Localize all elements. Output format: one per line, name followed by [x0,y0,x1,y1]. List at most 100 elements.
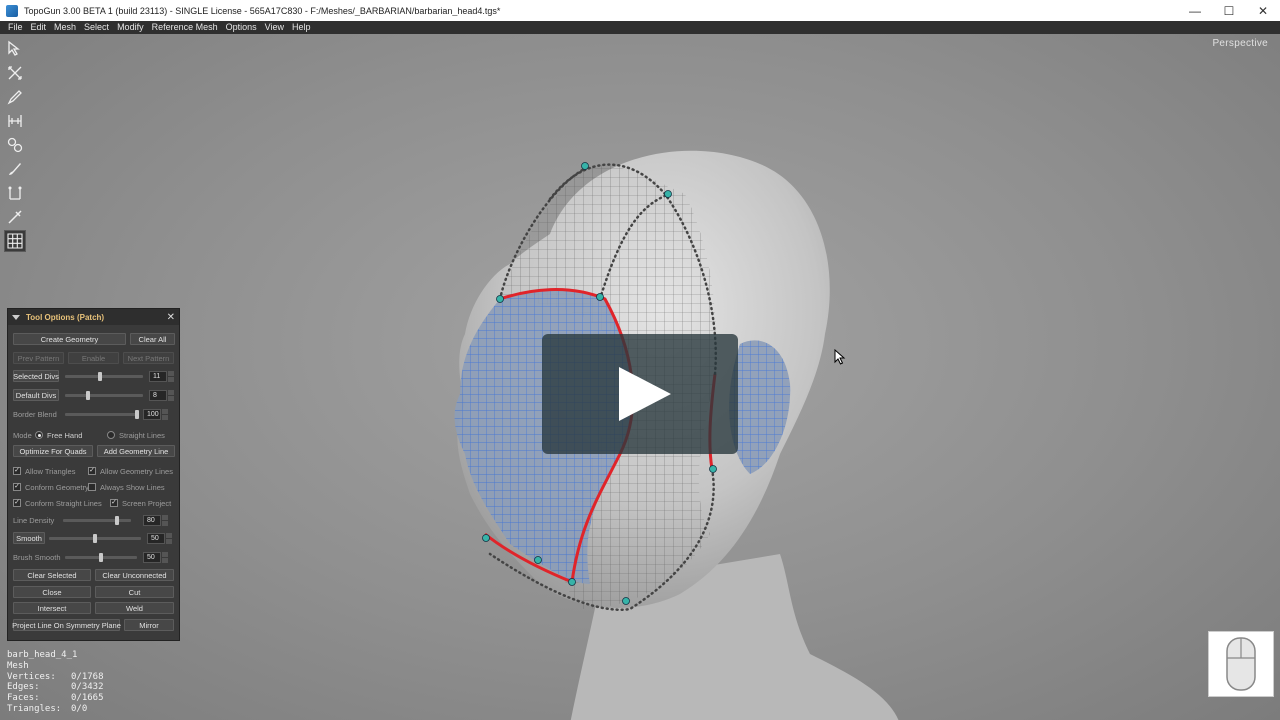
selected-divs-value[interactable]: 11 [149,370,167,382]
edges-label: Edges: [7,682,40,693]
smooth-slider[interactable] [49,533,141,543]
panel-title: Tool Options (Patch) [26,312,105,322]
knife-tool-button[interactable] [4,206,26,228]
brush-smooth-spinner[interactable] [162,551,168,563]
clear-all-button[interactable]: Clear All [130,333,175,345]
tubes-tool-button[interactable] [4,134,26,156]
edge-loops-tool-button[interactable] [4,182,26,204]
free-hand-label[interactable]: Free Hand [47,431,107,440]
selected-divs-slider[interactable] [65,371,143,381]
maximize-button[interactable]: ☐ [1212,0,1246,21]
project-line-on-symmetry-plane-button[interactable]: Project Line On Symmetry Plane [12,619,121,631]
optimize-for-quads-button[interactable]: Optimize For Quads [13,445,93,457]
slider-knob[interactable] [99,552,103,562]
cut-button[interactable]: Cut [95,586,174,598]
select-tool-button[interactable] [4,38,26,60]
selected-divs-spinner[interactable] [168,370,174,382]
conform-geometry-checkbox[interactable]: ✓ [13,483,21,491]
menu-file[interactable]: File [4,21,27,34]
tool-options-panel: Tool Options (Patch) ✕ Create Geometry C… [7,308,180,641]
vertices-count: 0/1768 [71,671,104,682]
create-geometry-button[interactable]: Create Geometry [13,333,126,345]
prev-pattern-button[interactable]: Prev Pattern [13,352,64,364]
slider-knob[interactable] [135,409,139,419]
menu-help[interactable]: Help [288,21,315,34]
minimize-button[interactable]: — [1178,0,1212,21]
line-density-value[interactable]: 80 [143,514,161,526]
transform-tool-button[interactable] [4,62,26,84]
selected-divs-button[interactable]: Selected Divs [13,370,59,382]
bridge-tool-icon [8,115,22,127]
bridge-tool-button[interactable] [4,110,26,132]
smooth-value[interactable]: 50 [147,532,165,544]
tools-toolbar [4,38,26,254]
always-show-lines-checkbox[interactable] [88,483,96,491]
panel-header[interactable]: Tool Options (Patch) ✕ [8,309,179,325]
allow-triangles-checkbox[interactable]: ✓ [13,467,21,475]
conform-straight-lines-checkbox[interactable]: ✓ [13,499,21,507]
slider-knob[interactable] [98,371,103,381]
default-divs-button[interactable]: Default Divs [13,389,59,401]
patch-tool-icon [7,233,23,249]
brush-smooth-value[interactable]: 50 [143,551,161,563]
edges-count: 0/3432 [71,682,104,693]
default-divs-value[interactable]: 8 [149,389,167,401]
menu-select[interactable]: Select [80,21,113,34]
slider-knob[interactable] [115,515,120,525]
screen-project-label[interactable]: Screen Project [122,499,171,508]
brush-tool-button[interactable] [4,158,26,180]
enable-button[interactable]: Enable [68,352,119,364]
collapse-caret-icon[interactable] [12,314,20,320]
mirror-button[interactable]: Mirror [124,619,174,631]
always-show-lines-label[interactable]: Always Show Lines [100,483,165,492]
screen-project-checkbox[interactable]: ✓ [110,499,118,507]
intersect-button[interactable]: Intersect [13,602,91,614]
clear-unconnected-button[interactable]: Clear Unconnected [95,569,174,581]
line-density-slider[interactable] [63,515,131,525]
conform-straight-lines-label[interactable]: Conform Straight Lines [25,499,110,508]
close-window-button[interactable]: ✕ [1246,0,1280,21]
default-divs-spinner[interactable] [168,389,174,401]
allow-triangles-label[interactable]: Allow Triangles [25,467,88,476]
window-title: TopoGun 3.00 BETA 1 (build 23113) - SING… [24,5,501,16]
brush-smooth-slider[interactable] [65,552,137,562]
line-density-label: Line Density [13,515,55,525]
draw-tool-button[interactable] [4,86,26,108]
add-geometry-line-button[interactable]: Add Geometry Line [97,445,175,457]
border-blend-label: Border Blend [13,409,57,419]
patch-tool-button[interactable] [4,230,26,252]
menu-edit[interactable]: Edit [27,21,51,34]
edge-loops-tool-icon [8,186,22,200]
conform-geometry-label[interactable]: Conform Geometry [25,483,89,492]
menu-options[interactable]: Options [222,21,261,34]
slider-knob[interactable] [93,533,97,543]
border-blend-spinner[interactable] [162,408,168,420]
default-divs-slider[interactable] [65,390,143,400]
allow-geometry-lines-label[interactable]: Allow Geometry Lines [100,467,173,476]
straight-lines-label[interactable]: Straight Lines [119,431,165,440]
next-pattern-button[interactable]: Next Pattern [123,352,174,364]
free-hand-radio[interactable] [35,431,43,439]
video-play-button[interactable] [542,334,738,454]
3d-viewport[interactable]: Perspective [0,34,1280,720]
smooth-spinner[interactable] [166,532,172,544]
faces-label: Faces: [7,693,40,704]
clear-selected-button[interactable]: Clear Selected [13,569,91,581]
navigation-mouse-widget[interactable] [1208,631,1274,697]
close-panel-icon[interactable]: ✕ [167,312,175,323]
weld-button[interactable]: Weld [95,602,174,614]
view-mode-label[interactable]: Perspective [1212,38,1268,49]
close-button[interactable]: Close [13,586,91,598]
border-blend-value[interactable]: 100 [143,408,161,420]
mesh-name: barb_head_4_1 [7,650,78,660]
menu-reference-mesh[interactable]: Reference Mesh [148,21,222,34]
line-density-spinner[interactable] [162,514,168,526]
allow-geometry-lines-checkbox[interactable]: ✓ [88,467,96,475]
straight-lines-radio[interactable] [107,431,115,439]
border-blend-slider[interactable] [65,409,139,419]
menu-mesh[interactable]: Mesh [50,21,80,34]
slider-knob[interactable] [86,390,91,400]
menu-modify[interactable]: Modify [113,21,148,34]
menu-view[interactable]: View [261,21,288,34]
smooth-button[interactable]: Smooth [13,532,45,544]
